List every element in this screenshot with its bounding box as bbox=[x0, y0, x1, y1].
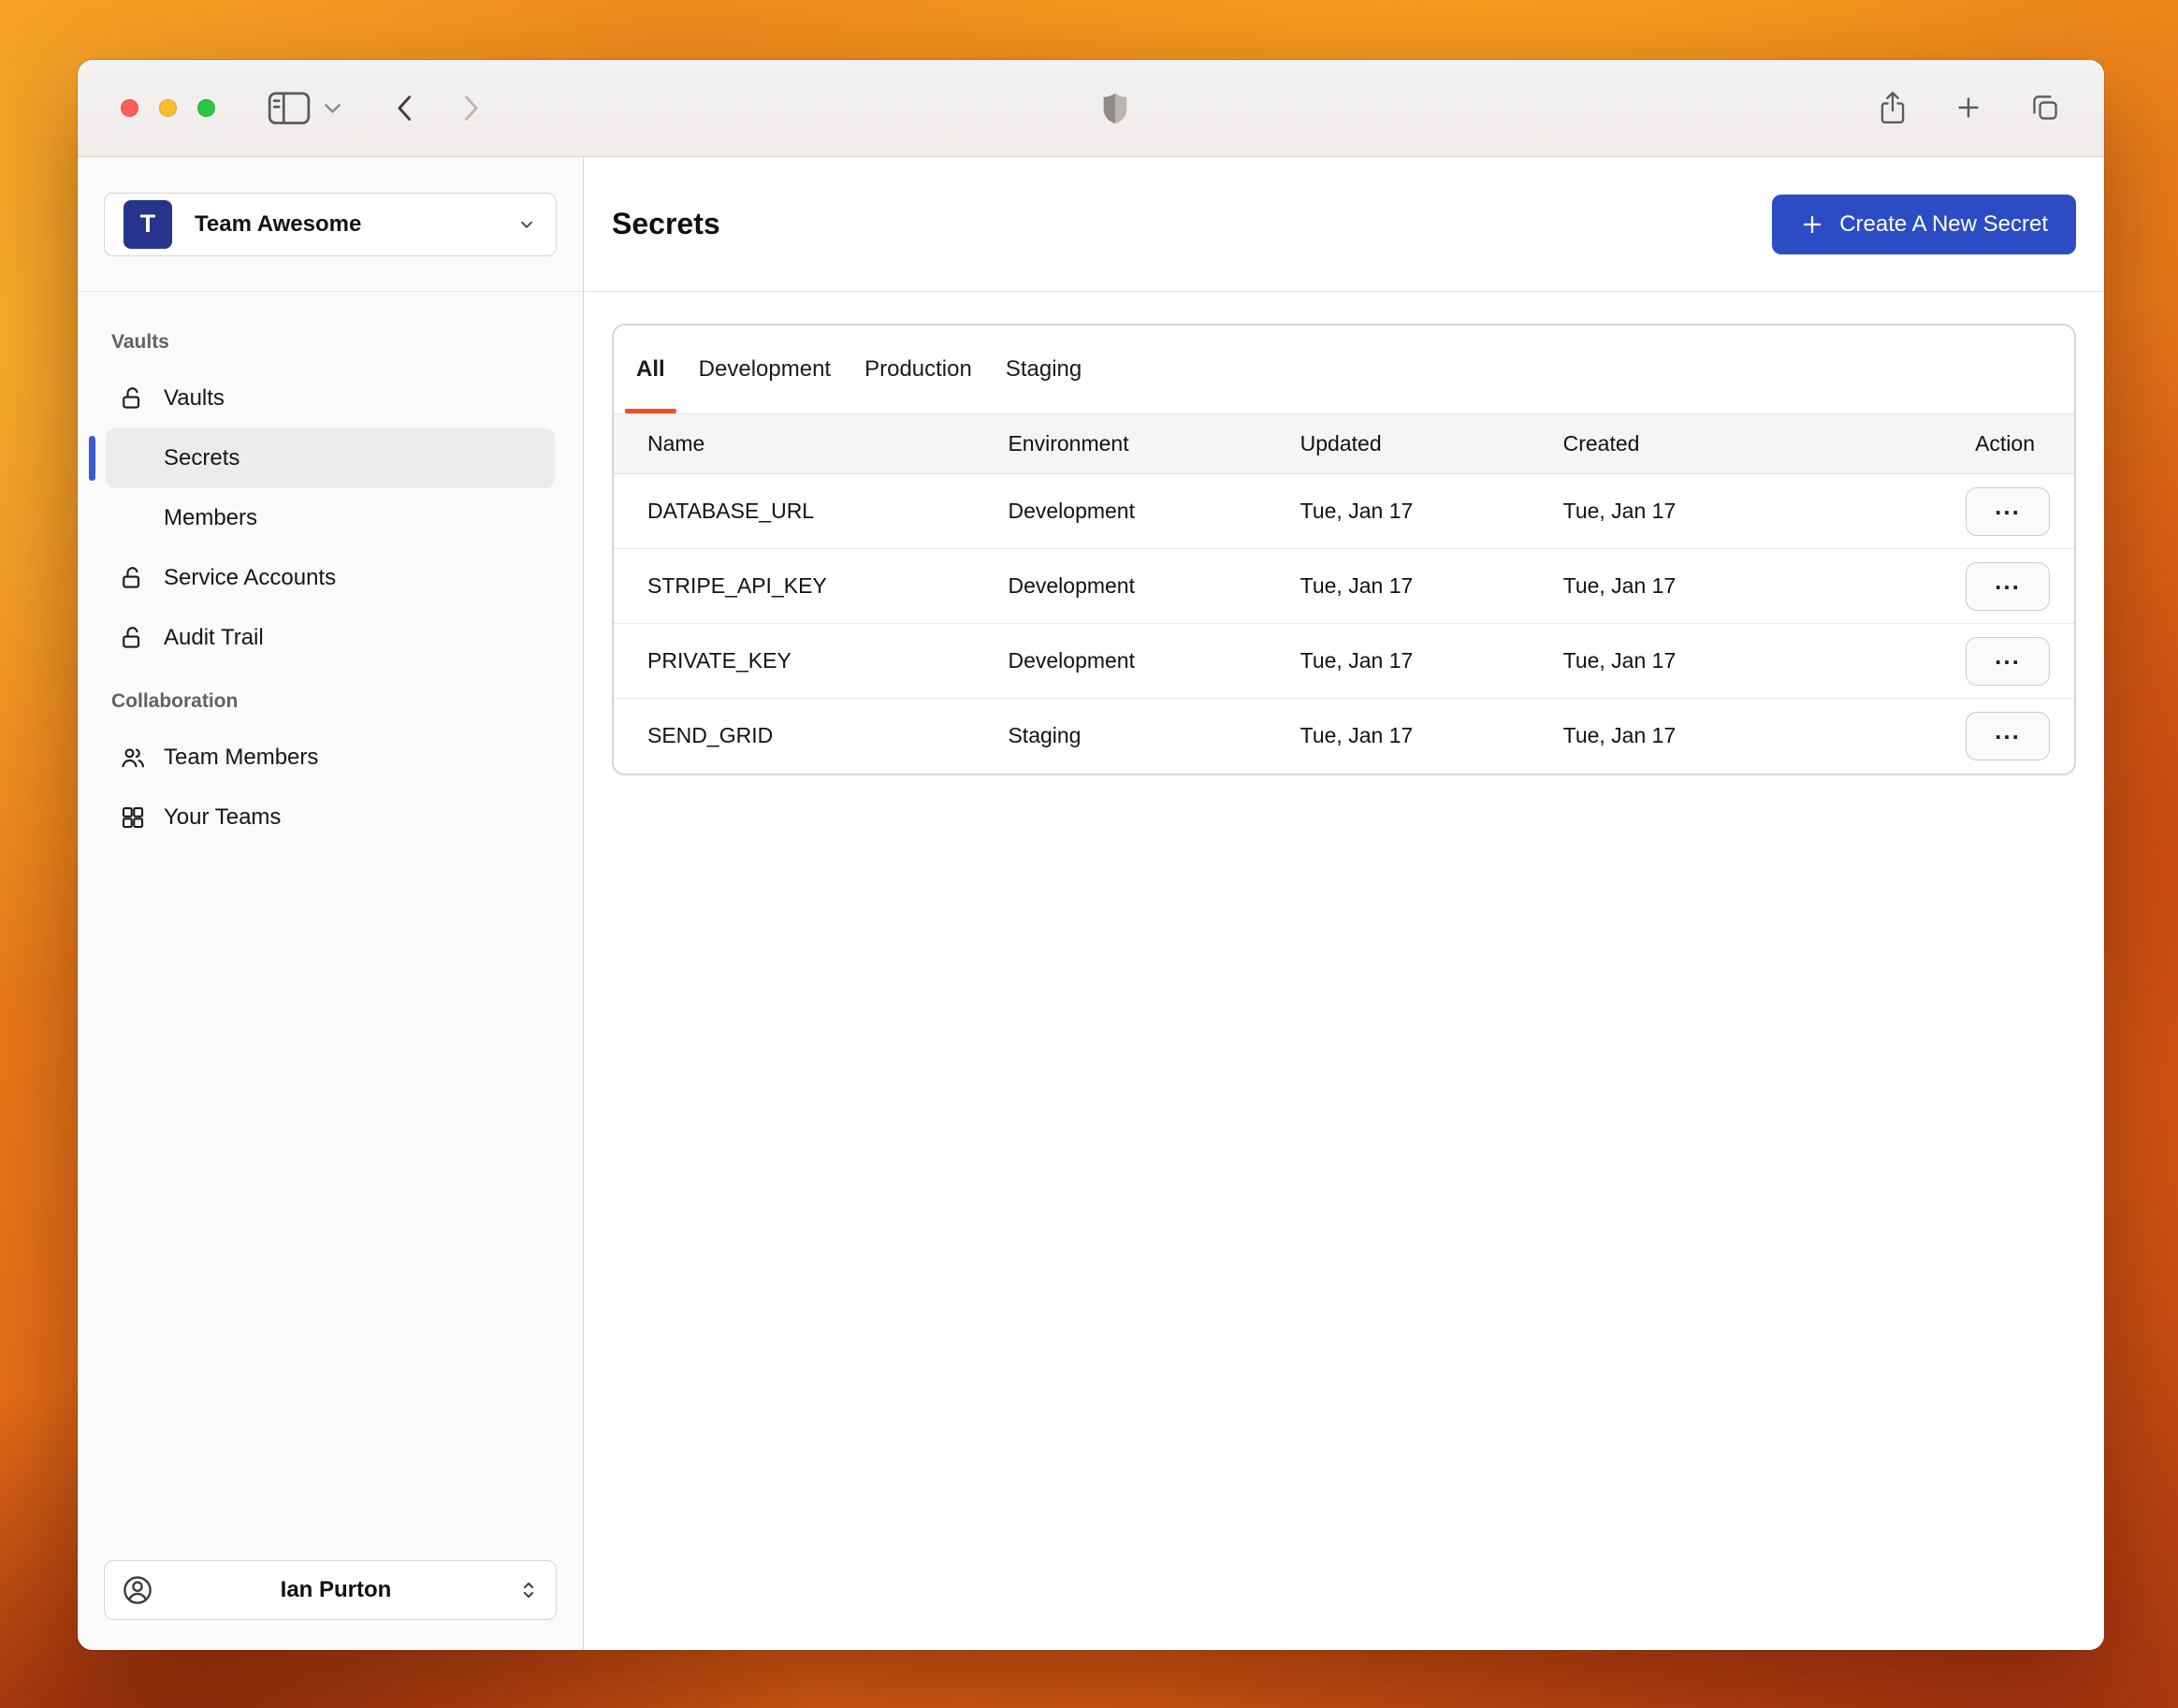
sidebar-item-label: Service Accounts bbox=[164, 565, 337, 590]
table-row: STRIPE_API_KEY Development Tue, Jan 17 T… bbox=[614, 548, 2074, 624]
tab-production[interactable]: Production bbox=[864, 326, 972, 413]
team-selector-area: T Team Awesome bbox=[78, 157, 583, 292]
sidebar-toggle-icon[interactable] bbox=[268, 91, 311, 125]
lock-open-icon bbox=[119, 384, 147, 413]
sidebar-item-team-members[interactable]: Team Members bbox=[106, 728, 555, 788]
row-actions-button[interactable]: ... bbox=[1966, 636, 2050, 686]
tab-overview-icon[interactable] bbox=[2029, 92, 2061, 123]
titlebar-right-controls bbox=[1878, 91, 2061, 125]
cell-name: PRIVATE_KEY bbox=[614, 623, 1009, 699]
team-avatar: T bbox=[123, 199, 172, 249]
cell-name: DATABASE_URL bbox=[647, 499, 815, 523]
privacy-shield-icon bbox=[1101, 92, 1129, 124]
cell-environment: Staging bbox=[1008, 698, 1300, 774]
team-name: Team Awesome bbox=[195, 210, 362, 237]
row-actions-button[interactable]: ... bbox=[1966, 561, 2050, 611]
cell-environment: Development bbox=[1008, 623, 1300, 699]
zoom-window-button[interactable] bbox=[197, 99, 215, 117]
user-name: Ian Purton bbox=[280, 1577, 392, 1602]
lock-open-icon bbox=[119, 624, 147, 652]
window-titlebar bbox=[78, 60, 2104, 157]
column-header-name: Name bbox=[614, 413, 1009, 474]
section-label-collaboration: Collaboration bbox=[111, 690, 239, 712]
column-header-action: Action bbox=[1927, 413, 2074, 474]
minimize-window-button[interactable] bbox=[159, 99, 177, 117]
team-selector[interactable]: T Team Awesome bbox=[104, 192, 557, 256]
cell-name: STRIPE_API_KEY bbox=[614, 548, 1009, 624]
user-selector[interactable]: Ian Purton bbox=[104, 1560, 557, 1620]
cell-created: Tue, Jan 17 bbox=[1562, 499, 1677, 523]
cell-updated: Tue, Jan 17 bbox=[1300, 623, 1563, 699]
cell-updated: Tue, Jan 17 bbox=[1300, 548, 1563, 624]
share-icon[interactable] bbox=[1878, 91, 1908, 125]
sidebar-item-service-accounts[interactable]: Service Accounts bbox=[106, 548, 555, 608]
section-label-vaults: Vaults bbox=[111, 331, 169, 353]
table-row: PRIVATE_KEY Development Tue, Jan 17 Tue,… bbox=[614, 623, 2074, 699]
table-header-row: Name Environment Updated Created Action bbox=[614, 413, 2074, 474]
sidebar-chevron-down-icon[interactable] bbox=[324, 103, 341, 114]
user-selector-area: Ian Purton bbox=[78, 1536, 583, 1650]
cell-updated: Tue, Jan 17 bbox=[1300, 698, 1563, 774]
row-actions-button[interactable]: ... bbox=[1966, 486, 2050, 536]
sidebar-item-label: Vaults bbox=[164, 385, 225, 411]
row-actions-button[interactable]: ... bbox=[1966, 711, 2050, 760]
sidebar-nav: Vaults Vaults Secrets Members Service Ac… bbox=[78, 292, 583, 1536]
sidebar-item-audit-trail[interactable]: Audit Trail bbox=[106, 608, 555, 668]
app-window: T Team Awesome Vaults Vaults Secrets Mem… bbox=[78, 60, 2104, 1650]
new-tab-icon[interactable] bbox=[1954, 94, 1982, 122]
cell-created: Tue, Jan 17 bbox=[1562, 623, 1928, 699]
cell-created: Tue, Jan 17 bbox=[1562, 548, 1928, 624]
tab-development[interactable]: Development bbox=[699, 326, 831, 413]
sidebar-item-label: Members bbox=[164, 505, 258, 530]
secrets-content: All Development Production Staging Name … bbox=[584, 292, 2104, 775]
forward-icon bbox=[463, 94, 480, 122]
chevron-up-down-icon bbox=[516, 1578, 541, 1602]
tab-staging[interactable]: Staging bbox=[1006, 326, 1082, 413]
sidebar-item-label: Team Members bbox=[164, 745, 319, 770]
secrets-card: All Development Production Staging Name … bbox=[612, 324, 2076, 775]
lock-open-icon bbox=[119, 564, 147, 592]
sidebar-item-label: Audit Trail bbox=[164, 625, 264, 650]
plus-icon bbox=[1800, 212, 1824, 237]
cell-updated: Tue, Jan 17 bbox=[1300, 499, 1414, 523]
person-circle-icon bbox=[120, 1572, 155, 1608]
cell-created: Tue, Jan 17 bbox=[1562, 698, 1928, 774]
create-secret-button[interactable]: Create A New Secret bbox=[1772, 194, 2076, 254]
sidebar-item-members[interactable]: Members bbox=[106, 488, 555, 548]
main-header: Secrets Create A New Secret bbox=[584, 157, 2104, 292]
grid-icon bbox=[119, 803, 147, 832]
table-row: SEND_GRID Staging Tue, Jan 17 Tue, Jan 1… bbox=[614, 698, 2074, 774]
tab-all[interactable]: All bbox=[625, 326, 676, 413]
sidebar-item-your-teams[interactable]: Your Teams bbox=[106, 788, 555, 847]
cell-environment: Development bbox=[1008, 499, 1135, 523]
column-header-updated: Updated bbox=[1300, 413, 1563, 474]
close-window-button[interactable] bbox=[121, 99, 138, 117]
sidebar-controls bbox=[268, 91, 341, 125]
chevron-down-icon bbox=[516, 214, 537, 235]
column-header-environment: Environment bbox=[1008, 413, 1300, 474]
history-nav bbox=[396, 94, 480, 122]
environment-tabs: All Development Production Staging bbox=[614, 326, 2074, 413]
page-title: Secrets bbox=[612, 207, 720, 240]
create-secret-label: Create A New Secret bbox=[1839, 210, 2048, 237]
sidebar-item-secrets[interactable]: Secrets bbox=[89, 428, 555, 488]
main-content: Secrets Create A New Secret All Developm… bbox=[584, 157, 2104, 1650]
cell-name: SEND_GRID bbox=[614, 698, 1009, 774]
sidebar-item-vaults[interactable]: Vaults bbox=[106, 369, 555, 428]
secrets-table: Name Environment Updated Created Action … bbox=[614, 413, 2074, 774]
sidebar-item-label: Secrets bbox=[164, 445, 240, 470]
table-row: DATABASE_URL Development Tue, Jan 17 Tue… bbox=[614, 474, 2074, 549]
people-icon bbox=[119, 744, 147, 772]
traffic-lights bbox=[121, 99, 215, 117]
sidebar: T Team Awesome Vaults Vaults Secrets Mem… bbox=[78, 157, 584, 1650]
cell-environment: Development bbox=[1008, 548, 1300, 624]
back-icon[interactable] bbox=[396, 94, 413, 122]
sidebar-item-label: Your Teams bbox=[164, 804, 282, 830]
column-header-created: Created bbox=[1562, 413, 1928, 474]
